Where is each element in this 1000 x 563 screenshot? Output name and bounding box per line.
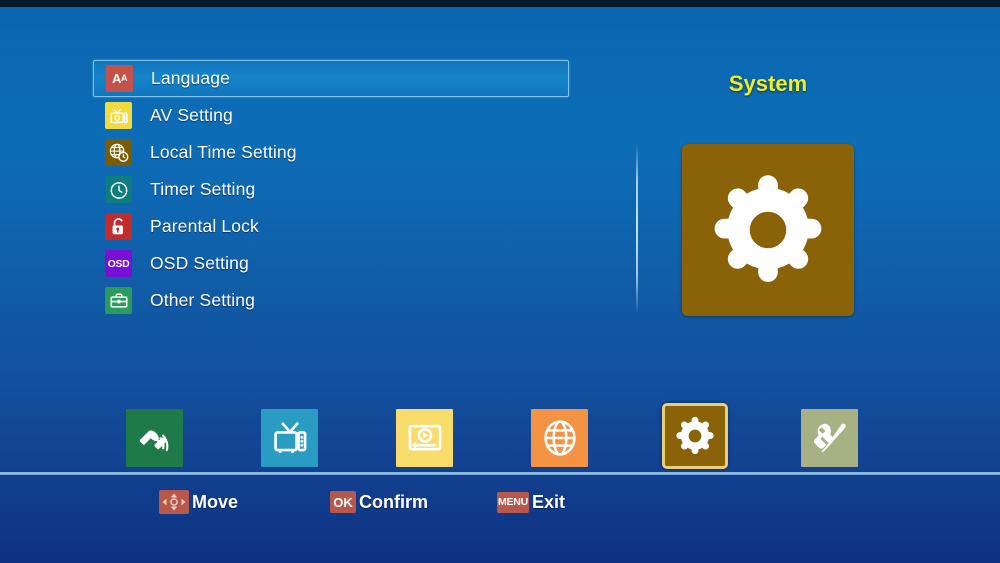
menu-item-label: Parental Lock [150, 216, 259, 236]
help-label: Move [192, 491, 239, 512]
strip-item-multimedia[interactable] [396, 409, 453, 467]
strip-item-tools[interactable] [801, 409, 858, 467]
help-item-move: Move [159, 490, 238, 514]
satellite-icon [126, 409, 183, 467]
help-label: Confirm [359, 491, 428, 512]
top-letterbox-bar [0, 0, 1000, 7]
menu-item-label: Language [151, 68, 231, 88]
globe-icon [531, 409, 588, 467]
gear-icon [662, 403, 728, 469]
menu-item-av-setting[interactable]: AV Setting [93, 97, 569, 134]
help-item-exit: MENU Exit [497, 492, 565, 513]
menu-item-osd-setting[interactable]: OSD OSD Setting [93, 245, 569, 282]
system-preview-tile [682, 144, 854, 316]
horizontal-separator [0, 472, 1000, 475]
strip-item-network[interactable] [531, 409, 588, 467]
help-bar: Move OK Confirm MENU Exit [0, 488, 1000, 524]
menu-item-parental-lock[interactable]: Parental Lock [93, 208, 569, 245]
television-icon [261, 409, 318, 467]
padlock-icon [105, 213, 132, 240]
help-label: Exit [532, 492, 566, 512]
menu-item-label: Timer Setting [150, 179, 256, 199]
strip-item-system[interactable] [662, 403, 728, 469]
menu-item-label: Other Setting [150, 290, 256, 310]
main-menu-icon-strip [0, 400, 1000, 476]
menu-item-label: Local Time Setting [150, 142, 297, 162]
menu-item-timer-setting[interactable]: Timer Setting [93, 171, 569, 208]
vertical-divider [636, 144, 638, 314]
letter-aa-icon: AA [106, 65, 133, 92]
menu-item-other-setting[interactable]: Other Setting [93, 282, 569, 319]
wrench-screwdriver-icon [801, 409, 858, 467]
tv-settings-screen: AA Language AV Setting Local Time Settin… [0, 0, 1000, 563]
gear-icon [714, 175, 822, 283]
menu-item-language[interactable]: AA Language [93, 60, 569, 97]
help-item-confirm: OK Confirm [330, 491, 428, 513]
osd-text-icon: OSD [105, 250, 132, 277]
system-menu-list: AA Language AV Setting Local Time Settin… [93, 60, 569, 319]
ok-key-icon: OK [330, 491, 356, 513]
media-player-icon [396, 409, 453, 467]
dpad-arrows-icon [159, 490, 189, 514]
clock-icon [105, 176, 132, 203]
toolbox-icon [105, 287, 132, 314]
strip-item-satellite-installation[interactable] [126, 409, 183, 467]
television-icon [105, 102, 132, 129]
globe-clock-icon [105, 139, 132, 166]
panel-title: System [728, 71, 808, 96]
strip-item-channel-manager[interactable] [261, 409, 318, 467]
menu-item-label: AV Setting [150, 105, 233, 125]
menu-item-local-time-setting[interactable]: Local Time Setting [93, 134, 569, 171]
menu-key-icon: MENU [497, 492, 529, 513]
menu-item-label: OSD Setting [150, 253, 249, 273]
